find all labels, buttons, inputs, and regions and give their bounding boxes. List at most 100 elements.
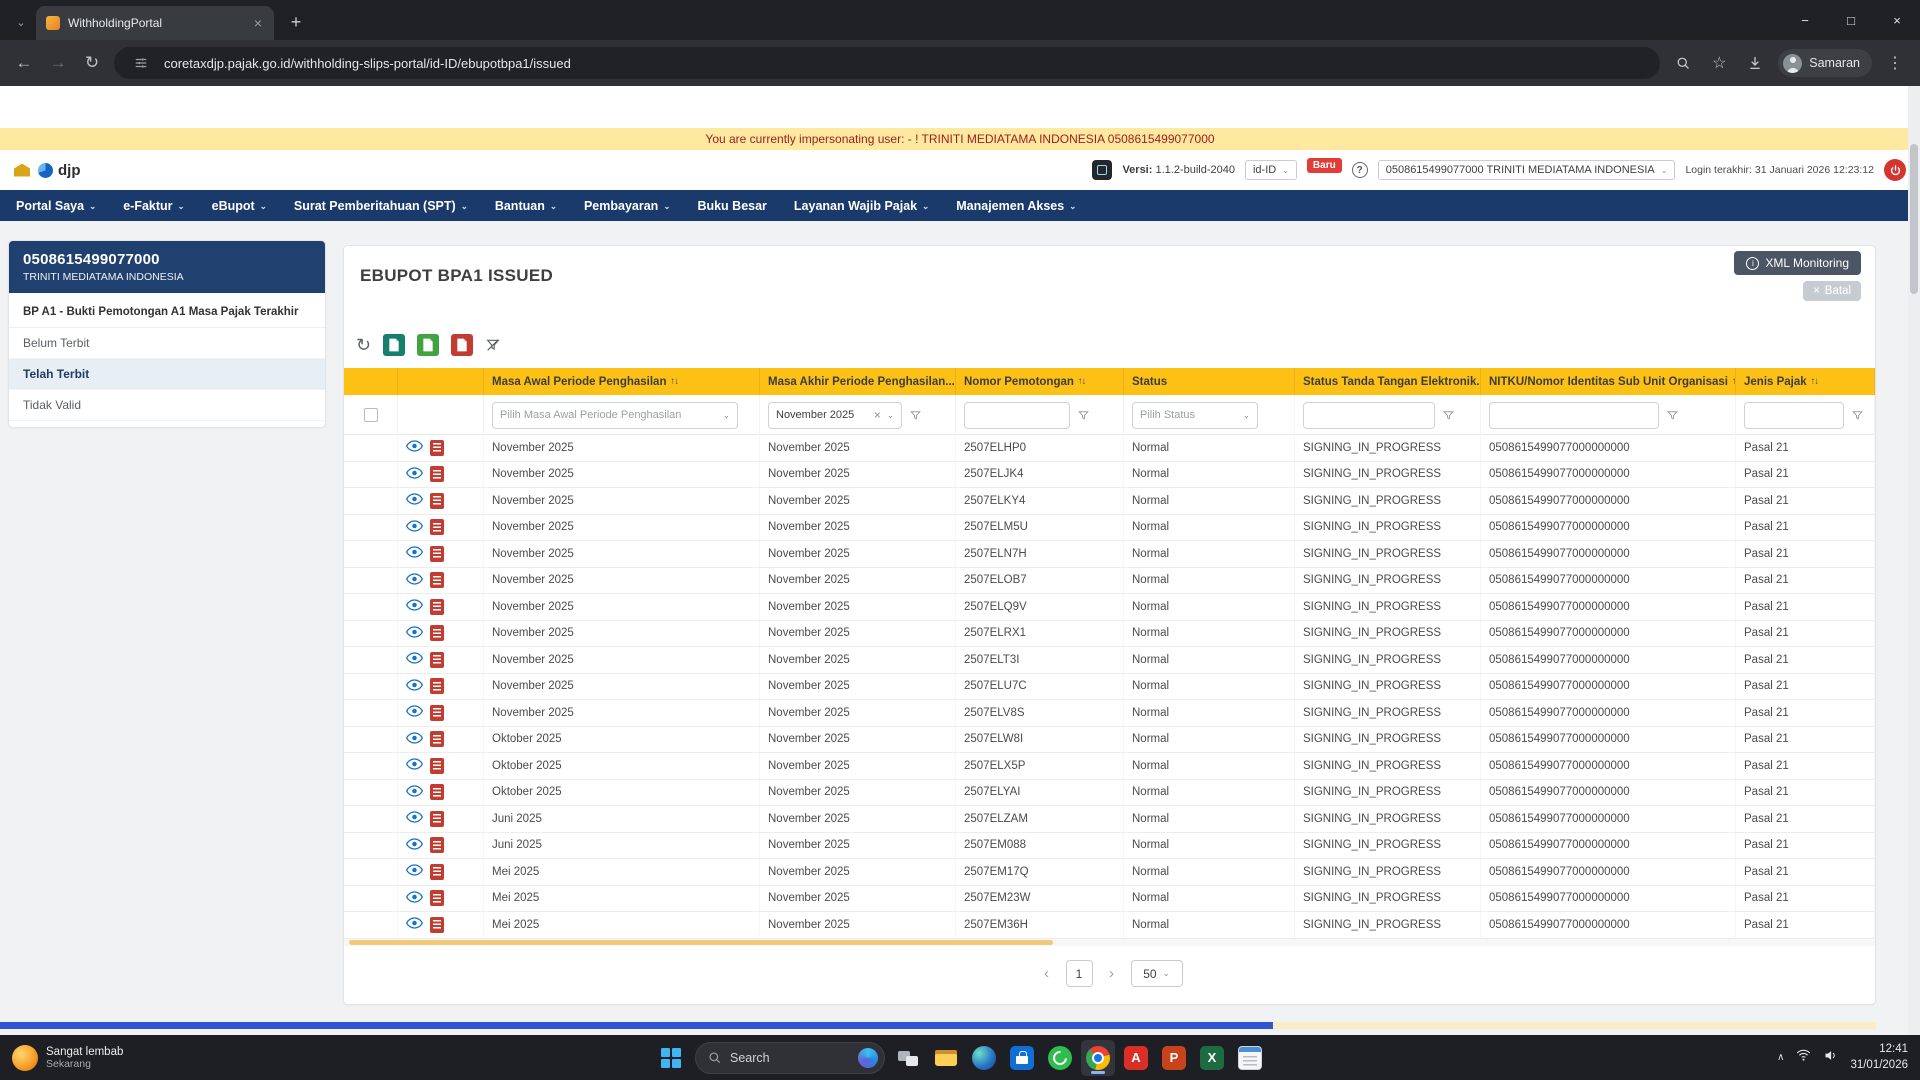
pdf-icon[interactable] — [430, 625, 444, 641]
view-icon[interactable] — [406, 838, 423, 853]
pdf-icon[interactable] — [430, 890, 444, 906]
forward-button[interactable]: → — [46, 53, 70, 73]
clear-filter-icon[interactable] — [485, 337, 501, 353]
nav-item-e-faktur[interactable]: e-Faktur ⌄ — [123, 199, 184, 213]
select-all-checkbox[interactable] — [364, 408, 378, 422]
view-icon[interactable] — [406, 785, 423, 800]
taskbar-app-button[interactable] — [1005, 1040, 1039, 1076]
view-icon[interactable] — [406, 599, 423, 614]
taskbar-app-button[interactable] — [1081, 1040, 1115, 1076]
nav-item-ebupot[interactable]: eBupot ⌄ — [212, 199, 267, 213]
filter-nomor-input[interactable] — [964, 402, 1070, 429]
pdf-icon[interactable] — [430, 440, 444, 456]
taskbar-app-button[interactable] — [1195, 1040, 1229, 1076]
download-icon[interactable] — [1742, 50, 1768, 76]
window-minimize-button[interactable]: − — [1782, 0, 1828, 40]
taskbar-app-button[interactable] — [1119, 1040, 1153, 1076]
pdf-icon[interactable] — [430, 678, 444, 694]
pdf-icon[interactable] — [430, 917, 444, 933]
window-close-button[interactable]: × — [1874, 0, 1920, 40]
view-icon[interactable] — [406, 440, 423, 455]
taskbar-clock[interactable]: 12:41 31/01/2026 — [1850, 1042, 1908, 1073]
batal-button[interactable]: × Batal — [1803, 281, 1861, 301]
language-select[interactable]: id-ID ⌄ — [1245, 160, 1297, 180]
company-select[interactable]: 0508615499077000 TRINITI MEDIATAMA INDON… — [1378, 160, 1676, 180]
view-icon[interactable] — [406, 679, 423, 694]
view-icon[interactable] — [406, 467, 423, 482]
nav-item-manajemen-akses[interactable]: Manajemen Akses ⌄ — [956, 199, 1076, 213]
site-settings-icon[interactable] — [128, 50, 154, 76]
filter-ttd-input[interactable] — [1303, 402, 1435, 429]
view-icon[interactable] — [406, 652, 423, 667]
filter-funnel-icon[interactable] — [1851, 409, 1864, 422]
start-button[interactable] — [653, 1040, 689, 1076]
taskbar-app-button[interactable] — [891, 1040, 925, 1076]
hidden-icons-chevron-icon[interactable]: ∧ — [1777, 1052, 1784, 1063]
pdf-icon[interactable] — [430, 864, 444, 880]
pdf-icon[interactable] — [430, 784, 444, 800]
browser-tab[interactable]: WithholdingPortal × — [36, 6, 274, 40]
col-nomor-pemotongan[interactable]: Nomor Pemotongan ↑↓ — [956, 368, 1124, 395]
col-nitku[interactable]: NITKU/Nomor Identitas Sub Unit Organisas… — [1481, 368, 1736, 395]
bookmark-star-icon[interactable]: ☆ — [1706, 50, 1732, 76]
window-maximize-button[interactable]: □ — [1828, 0, 1874, 40]
view-icon[interactable] — [406, 891, 423, 906]
zoom-icon[interactable] — [1670, 50, 1696, 76]
filter-nitku-input[interactable] — [1489, 402, 1659, 429]
view-icon[interactable] — [406, 705, 423, 720]
pdf-icon[interactable] — [430, 652, 444, 668]
export-pdf-icon[interactable] — [451, 334, 473, 356]
wifi-icon[interactable] — [1796, 1049, 1811, 1067]
view-icon[interactable] — [406, 520, 423, 535]
pdf-icon[interactable] — [430, 572, 444, 588]
view-icon[interactable] — [406, 573, 423, 588]
browser-profile-chip[interactable]: Samaran — [1778, 49, 1872, 77]
sidebar-item-belum-terbit[interactable]: Belum Terbit — [9, 328, 325, 359]
export-excel-icon[interactable] — [417, 334, 439, 356]
page-number[interactable]: 1 — [1066, 960, 1093, 987]
tab-search-icon[interactable]: ⌄ — [8, 9, 34, 35]
prev-page-button[interactable]: ‹ — [1037, 965, 1057, 982]
nav-item-portal-saya[interactable]: Portal Saya ⌄ — [16, 199, 96, 213]
browser-menu-icon[interactable]: ⋮ — [1882, 50, 1908, 76]
nav-item-layanan-wajib-pajak[interactable]: Layanan Wajib Pajak ⌄ — [794, 199, 929, 213]
col-masa-akhir[interactable]: Masa Akhir Periode Penghasilan... ↑↓ — [760, 368, 956, 395]
view-icon[interactable] — [406, 493, 423, 508]
filter-status-select[interactable]: Pilih Status ⌄ — [1132, 402, 1258, 429]
pdf-icon[interactable] — [430, 731, 444, 747]
page-size-select[interactable]: 50 ⌄ — [1131, 960, 1183, 987]
view-icon[interactable] — [406, 917, 423, 932]
tab-close-icon[interactable]: × — [252, 15, 264, 31]
view-icon[interactable] — [406, 546, 423, 561]
view-icon[interactable] — [406, 758, 423, 773]
taskbar-app-button[interactable] — [1043, 1040, 1077, 1076]
pdf-icon[interactable] — [430, 546, 444, 562]
nav-item-pembayaran[interactable]: Pembayaran ⌄ — [584, 199, 670, 213]
help-icon[interactable]: ? — [1352, 162, 1368, 178]
next-page-button[interactable]: › — [1102, 965, 1122, 982]
pdf-icon[interactable] — [430, 837, 444, 853]
taskbar-app-button[interactable] — [929, 1040, 963, 1076]
scrollbar-thumb[interactable] — [1910, 144, 1918, 294]
pdf-icon[interactable] — [430, 758, 444, 774]
filter-masa-awal-select[interactable]: Pilih Masa Awal Periode Penghasilan ⌄ — [492, 402, 738, 429]
pdf-icon[interactable] — [430, 493, 444, 509]
col-status-ttd[interactable]: Status Tanda Tangan Elektronik... ↑↓ — [1295, 368, 1481, 395]
scrollbar-thumb[interactable] — [349, 940, 1053, 945]
col-jenis-pajak[interactable]: Jenis Pajak ↑↓ — [1736, 368, 1875, 395]
logout-button[interactable] — [1884, 159, 1906, 181]
reload-button[interactable]: ↻ — [80, 53, 104, 73]
sidebar-item-telah-terbit[interactable]: Telah Terbit — [9, 359, 325, 390]
export-csv-icon[interactable] — [383, 334, 405, 356]
sidebar-item-tidak-valid[interactable]: Tidak Valid — [9, 390, 325, 421]
nav-item-spt[interactable]: Surat Pemberitahuan (SPT) ⌄ — [294, 199, 468, 213]
xml-monitoring-button[interactable]: i XML Monitoring — [1734, 251, 1861, 275]
col-actions[interactable]: ↑↓ — [398, 368, 484, 395]
filter-masa-akhir-select[interactable]: November 2025 × ⌄ — [768, 402, 902, 429]
nav-item-buku-besar[interactable]: Buku Besar ⌄ — [697, 199, 766, 213]
taskbar-app-button[interactable] — [1157, 1040, 1191, 1076]
view-icon[interactable] — [406, 732, 423, 747]
taskbar-search[interactable]: Search — [695, 1042, 885, 1074]
view-icon[interactable] — [406, 864, 423, 879]
back-button[interactable]: ← — [12, 53, 36, 73]
